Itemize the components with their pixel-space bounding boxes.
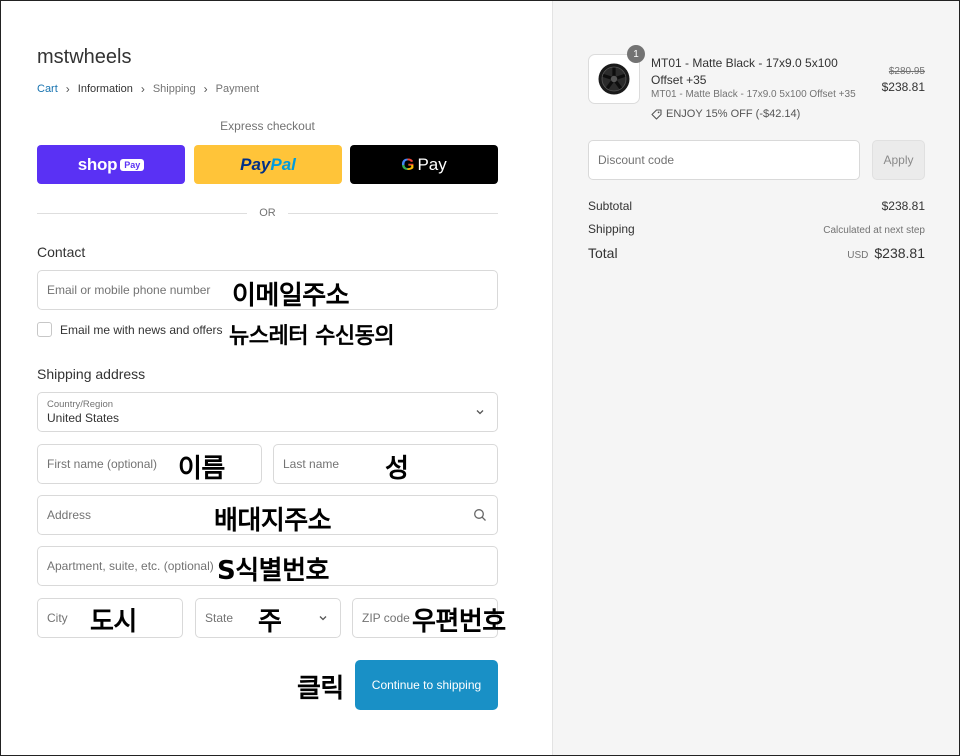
apply-discount-button[interactable]: Apply [872,140,925,180]
divider-line [288,213,498,214]
country-value: United States [47,410,120,425]
last-name-annotation: 성 [385,454,409,484]
city-placeholder: City [47,611,68,625]
shop-pay-logo-text: shop [77,154,118,174]
newsletter-row[interactable]: Email me with news and offers [37,322,223,337]
email-annotation: 이메일주소 [232,281,350,311]
shipping-label: Shipping [588,222,635,236]
newsletter-checkbox[interactable] [37,322,52,337]
product-variant: MT01 - Matte Black - 17x9.0 5x100 Offset… [651,89,856,100]
breadcrumb-shipping: Shipping [152,83,196,95]
newsletter-label: Email me with news and offers [60,322,223,337]
store-name[interactable]: mstwheels [37,46,131,69]
subtotal-label: Subtotal [588,199,633,213]
email-placeholder: Email or mobile phone number [47,283,211,297]
address-annotation: 배대지주소 [214,506,332,536]
last-name-placeholder: Last name [283,457,340,471]
chevron-down-icon [319,616,327,621]
product-discount: ENJOY 15% OFF (-$42.14) [651,108,800,120]
first-name-placeholder: First name (optional) [47,457,158,471]
total-amount: USD $238.81 [847,245,925,261]
price-original: $280.95 [888,66,925,77]
zip-annotation: 우편번호 [412,607,506,637]
shop-pay-button[interactable]: shop Pay [37,145,185,184]
total-value: $238.81 [874,245,925,261]
chevron-down-icon [476,410,484,415]
google-pay-label: Pay [417,154,447,174]
apartment-annotation: S식별번호 [217,556,329,586]
discount-text: ENJOY 15% OFF (-$42.14) [666,108,801,120]
subtotal-row: Subtotal $238.81 [588,199,925,213]
city-annotation: 도시 [90,607,137,637]
search-icon [474,509,486,521]
checkout-main: mstwheels Cart › Information › Shipping … [0,0,552,756]
state-placeholder: State [205,611,234,625]
newsletter-annotation: 뉴스레터 수신동의 [229,324,395,349]
contact-title: Contact [37,244,86,260]
continue-to-shipping-button[interactable]: Continue to shipping [355,660,498,710]
first-name-annotation: 이름 [178,454,225,484]
address-placeholder: Address [47,508,92,522]
chevron-right-icon: › [65,82,70,96]
quantity-badge: 1 [627,45,645,63]
shipping-value: Calculated at next step [823,225,925,236]
total-label: Total [588,245,618,261]
breadcrumb-payment: Payment [215,83,260,95]
subtotal-value: $238.81 [881,199,925,213]
country-select[interactable]: Country/Region United States [37,392,498,432]
shipping-title: Shipping address [37,366,146,382]
total-row: Total USD $238.81 [588,245,925,261]
or-divider: OR [37,207,498,221]
discount-code-field[interactable]: Discount code [588,140,860,180]
paypal-logo-part2: Pal [270,154,296,174]
express-checkout-label: Express checkout [220,119,315,133]
shipping-row: Shipping Calculated at next step [588,222,925,236]
breadcrumb-cart[interactable]: Cart [37,83,58,95]
google-g-icon: G [401,154,415,174]
wheel-icon [598,63,630,95]
chevron-right-icon: › [203,82,208,96]
breadcrumb: Cart › Information › Shipping › Payment [37,82,259,96]
paypal-logo-part1: Pay [240,154,271,174]
apartment-placeholder: Apartment, suite, etc. (optional) [47,559,214,573]
total-currency: USD [847,250,869,261]
google-pay-button[interactable]: G Pay [350,145,498,184]
state-annotation: 주 [258,607,282,637]
chevron-right-icon: › [140,82,145,96]
product-name: MT01 - Matte Black - 17x9.0 5x100 Offset… [651,56,838,87]
tag-icon [651,108,662,120]
discount-code-placeholder: Discount code [598,153,675,167]
zip-placeholder: ZIP code [362,611,410,625]
shop-pay-pill: Pay [120,158,145,171]
breadcrumb-information: Information [77,83,133,95]
price-current: $238.81 [881,80,925,94]
paypal-button[interactable]: Pay Pal [194,145,342,184]
first-name-field[interactable]: First name (optional) [37,444,262,484]
country-label: Country/Region [47,398,114,410]
click-annotation: 클릭 [297,674,344,704]
